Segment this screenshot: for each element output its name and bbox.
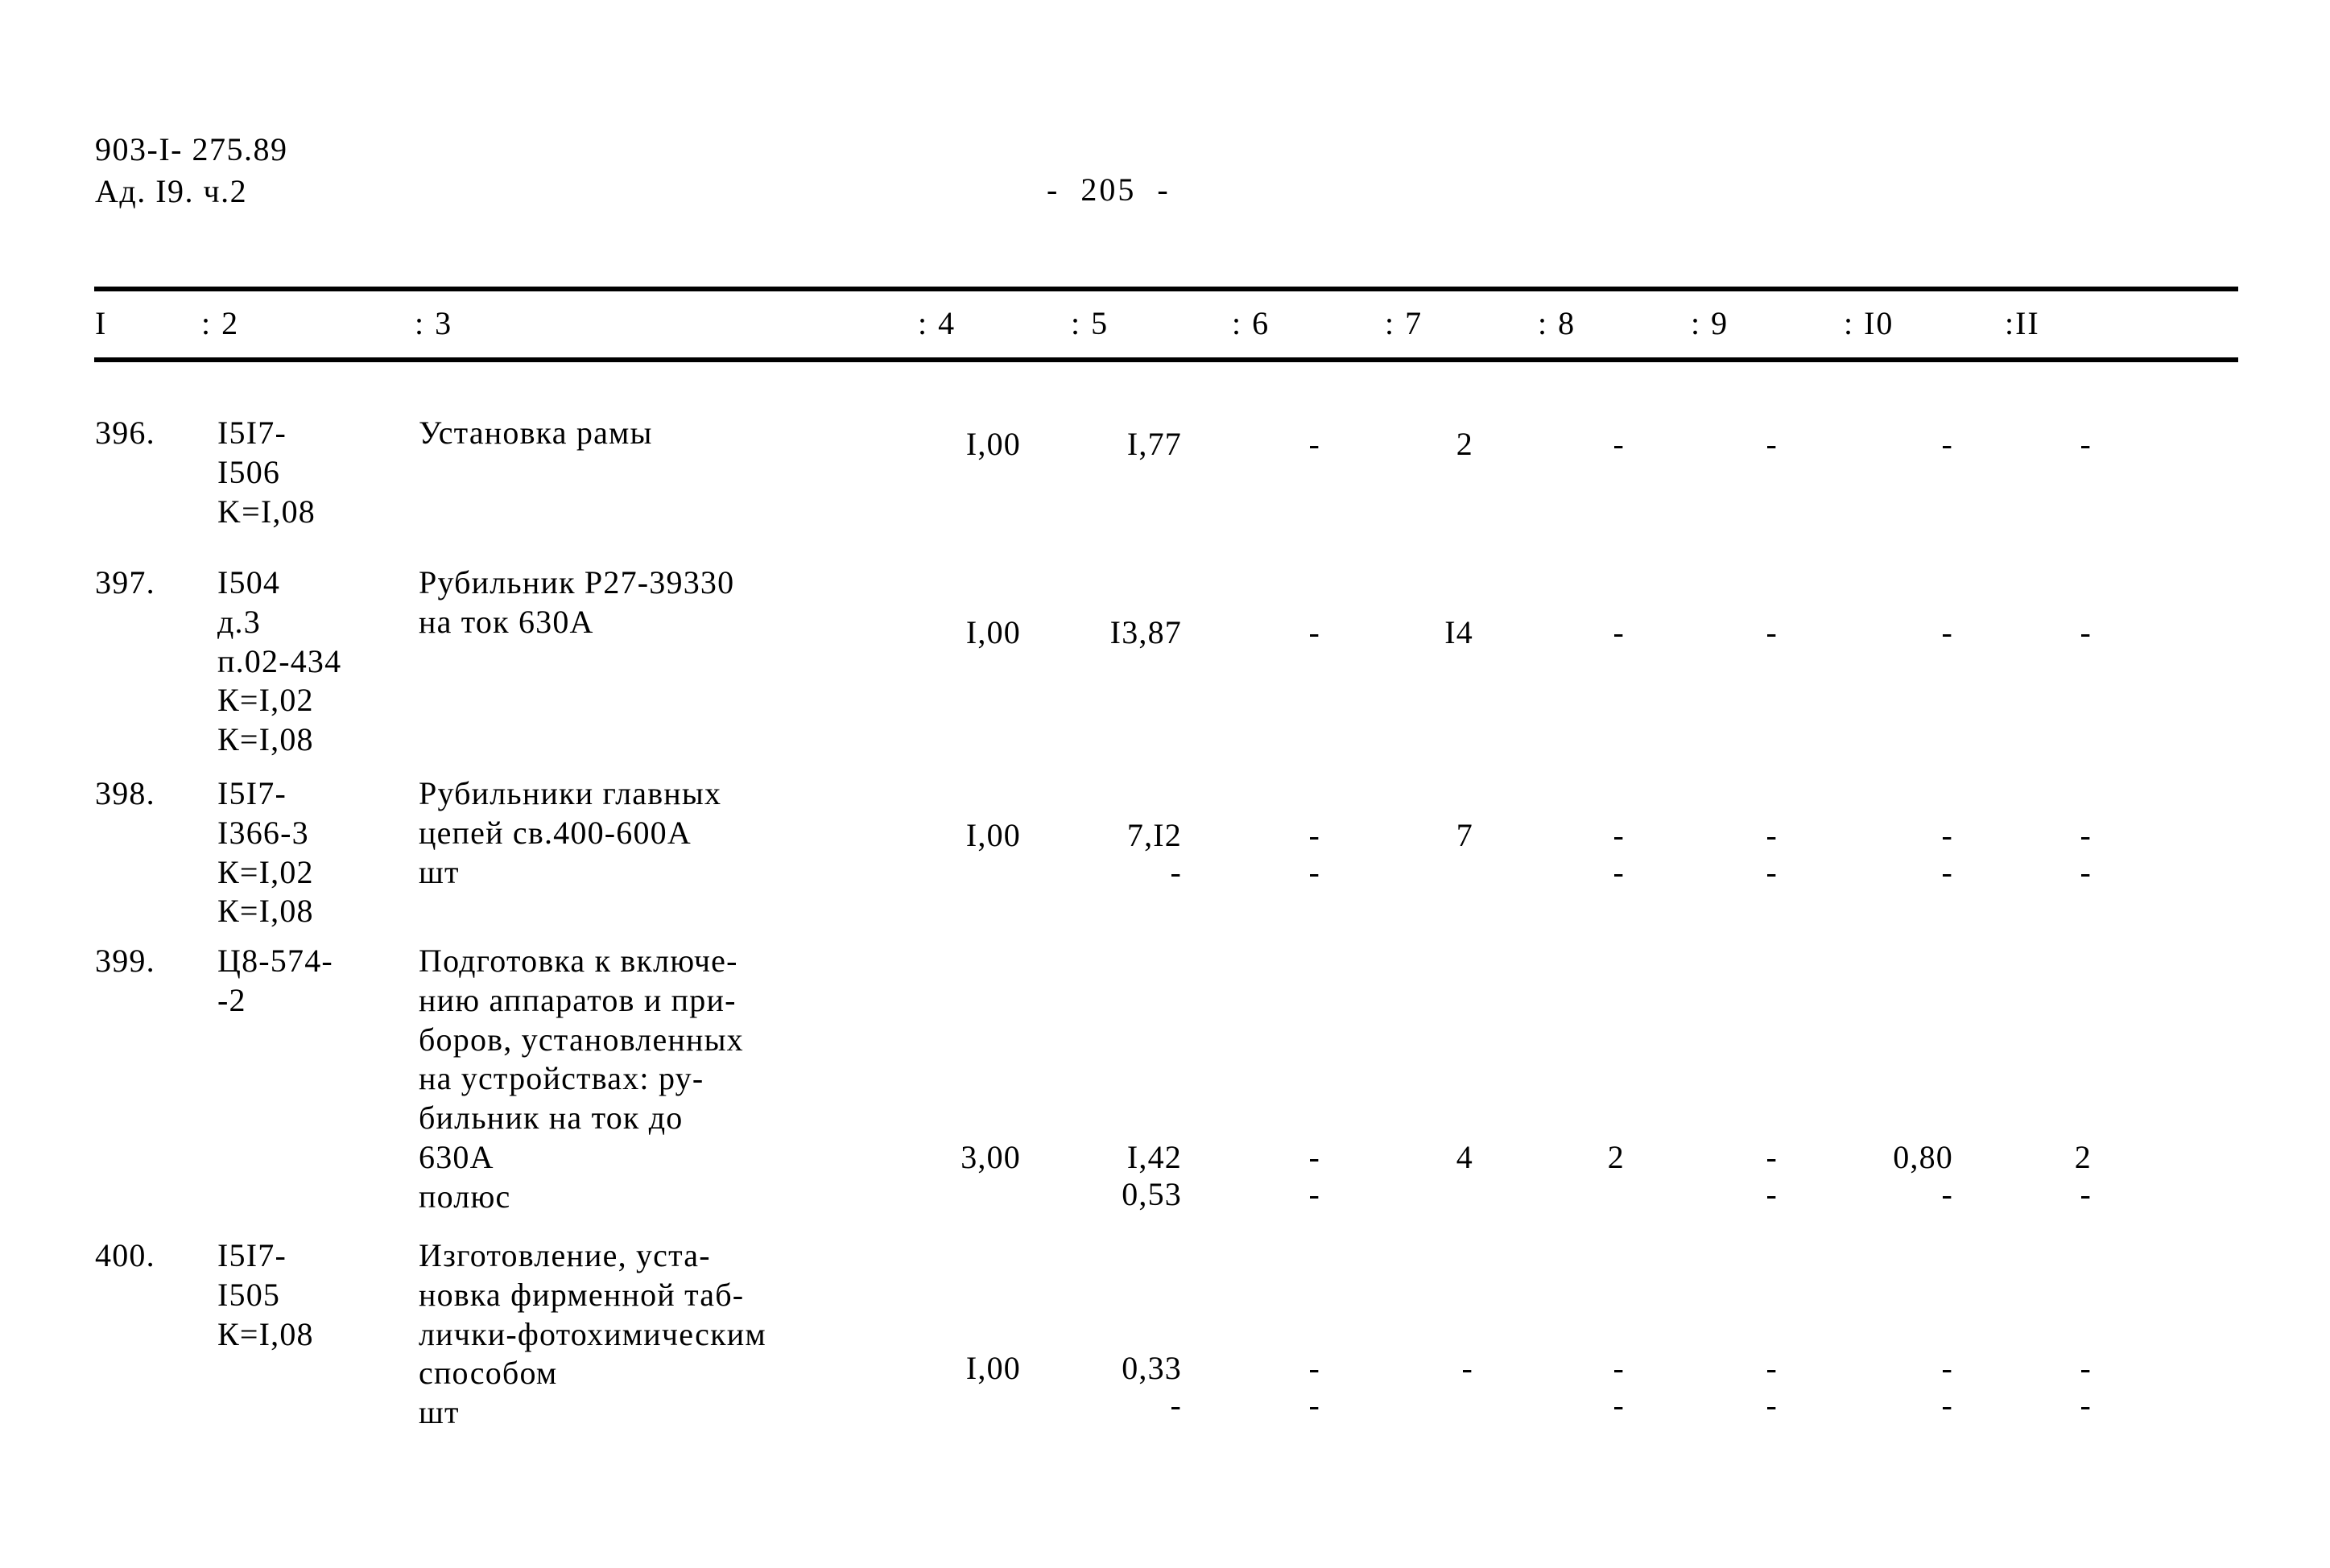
row-value-col7: I4 bbox=[1444, 614, 1473, 650]
row-value-col8: - bbox=[1613, 817, 1625, 853]
row-value-col5-line2: - bbox=[1170, 1387, 1182, 1423]
row-value-col6-line2: - bbox=[1308, 1387, 1320, 1423]
row-value-col5-line2: 0,53 bbox=[1122, 1176, 1182, 1212]
row-description: Рубильник Р27-39330 на ток 630А bbox=[419, 564, 735, 640]
row-value-col6: - bbox=[1308, 1139, 1320, 1175]
row-value-col4: I,00 bbox=[965, 817, 1021, 853]
row-value-col10: - bbox=[1941, 614, 1953, 650]
row-value-col6-line2: - bbox=[1308, 1176, 1320, 1212]
row-value-col8-line2: - bbox=[1613, 1387, 1625, 1423]
row-value-col11-line2: - bbox=[2080, 854, 2092, 890]
row-value-col5: 7,I2 bbox=[1126, 817, 1182, 853]
row-value-col10-line2: - bbox=[1941, 1176, 1953, 1212]
row-value-col10: - bbox=[1941, 426, 1953, 462]
row-value-col10: - bbox=[1941, 1350, 1953, 1386]
row-value-col11: - bbox=[2080, 426, 2092, 462]
row-value-col5: I3,87 bbox=[1109, 614, 1182, 650]
row-number: 397. bbox=[95, 564, 155, 600]
row-code: I504 д.3 п.02-434 К=I,02 К=I,08 bbox=[217, 564, 342, 758]
row-value-col11: 2 bbox=[2074, 1139, 2092, 1175]
row-value-col8: - bbox=[1613, 1350, 1625, 1386]
row-value-col11: - bbox=[2080, 614, 2092, 650]
row-value-col11-line2: - bbox=[2080, 1176, 2092, 1212]
row-value-col9-line2: - bbox=[1766, 1176, 1778, 1212]
row-description: Подготовка к включе- нию аппаратов и при… bbox=[419, 943, 744, 1215]
row-value-col6: - bbox=[1308, 817, 1320, 853]
row-value-col10: 0,80 bbox=[1893, 1139, 1953, 1175]
row-number: 400. bbox=[95, 1237, 155, 1273]
row-description: Установка рамы bbox=[419, 415, 653, 451]
row-value-col6: - bbox=[1308, 614, 1320, 650]
row-value-col10-line2: - bbox=[1941, 1387, 1953, 1423]
row-value-col7: 7 bbox=[1456, 817, 1473, 853]
row-code: I5I7- I366-3 К=I,02 К=I,08 bbox=[217, 775, 314, 930]
row-code: Ц8-574- -2 bbox=[217, 943, 333, 1018]
row-value-col8: - bbox=[1613, 426, 1625, 462]
row-value-col5-line2: - bbox=[1170, 854, 1182, 890]
row-value-col6: - bbox=[1308, 1350, 1320, 1386]
row-value-col8-line2: - bbox=[1613, 854, 1625, 890]
row-code: I5I7- I505 К=I,08 bbox=[217, 1237, 314, 1352]
row-value-col5: I,42 bbox=[1126, 1139, 1182, 1175]
row-description: Изготовление, уста- новка фирменной таб-… bbox=[419, 1237, 766, 1431]
row-value-col11: - bbox=[2080, 1350, 2092, 1386]
row-value-col4: 3,00 bbox=[961, 1139, 1021, 1175]
row-value-col9: - bbox=[1766, 817, 1778, 853]
row-value-col4: I,00 bbox=[965, 614, 1021, 650]
row-code: I5I7- I506 K=I,08 bbox=[217, 415, 316, 530]
row-value-col10: - bbox=[1941, 817, 1953, 853]
row-value-col9-line2: - bbox=[1766, 854, 1778, 890]
row-value-col8: 2 bbox=[1607, 1139, 1625, 1175]
row-value-col11-line2: - bbox=[2080, 1387, 2092, 1423]
row-description: Рубильники главных цепей св.400-600А шт bbox=[419, 775, 722, 890]
row-value-col9: - bbox=[1766, 1350, 1778, 1386]
row-value-col7: - bbox=[1461, 1350, 1473, 1386]
row-value-col7: 2 bbox=[1456, 426, 1473, 462]
row-value-col5: 0,33 bbox=[1122, 1350, 1182, 1386]
row-value-col6-line2: - bbox=[1308, 854, 1320, 890]
row-number: 399. bbox=[95, 943, 155, 979]
row-number: 398. bbox=[95, 775, 155, 811]
row-value-col7: 4 bbox=[1456, 1139, 1473, 1175]
row-value-col11: - bbox=[2080, 817, 2092, 853]
row-value-col9: - bbox=[1766, 1139, 1778, 1175]
row-value-col9: - bbox=[1766, 614, 1778, 650]
row-number: 396. bbox=[95, 415, 155, 451]
row-value-col5: I,77 bbox=[1126, 426, 1182, 462]
row-value-col4: I,00 bbox=[965, 426, 1021, 462]
row-value-col9: - bbox=[1766, 426, 1778, 462]
row-value-col6: - bbox=[1308, 426, 1320, 462]
row-value-col10-line2: - bbox=[1941, 854, 1953, 890]
row-value-col8: - bbox=[1613, 614, 1625, 650]
row-value-col4: I,00 bbox=[965, 1350, 1021, 1386]
row-value-col9-line2: - bbox=[1766, 1387, 1778, 1423]
table-body: 396. I5I7- I506 K=I,08 Установка рамы I,00 I… bbox=[0, 0, 2330, 1568]
